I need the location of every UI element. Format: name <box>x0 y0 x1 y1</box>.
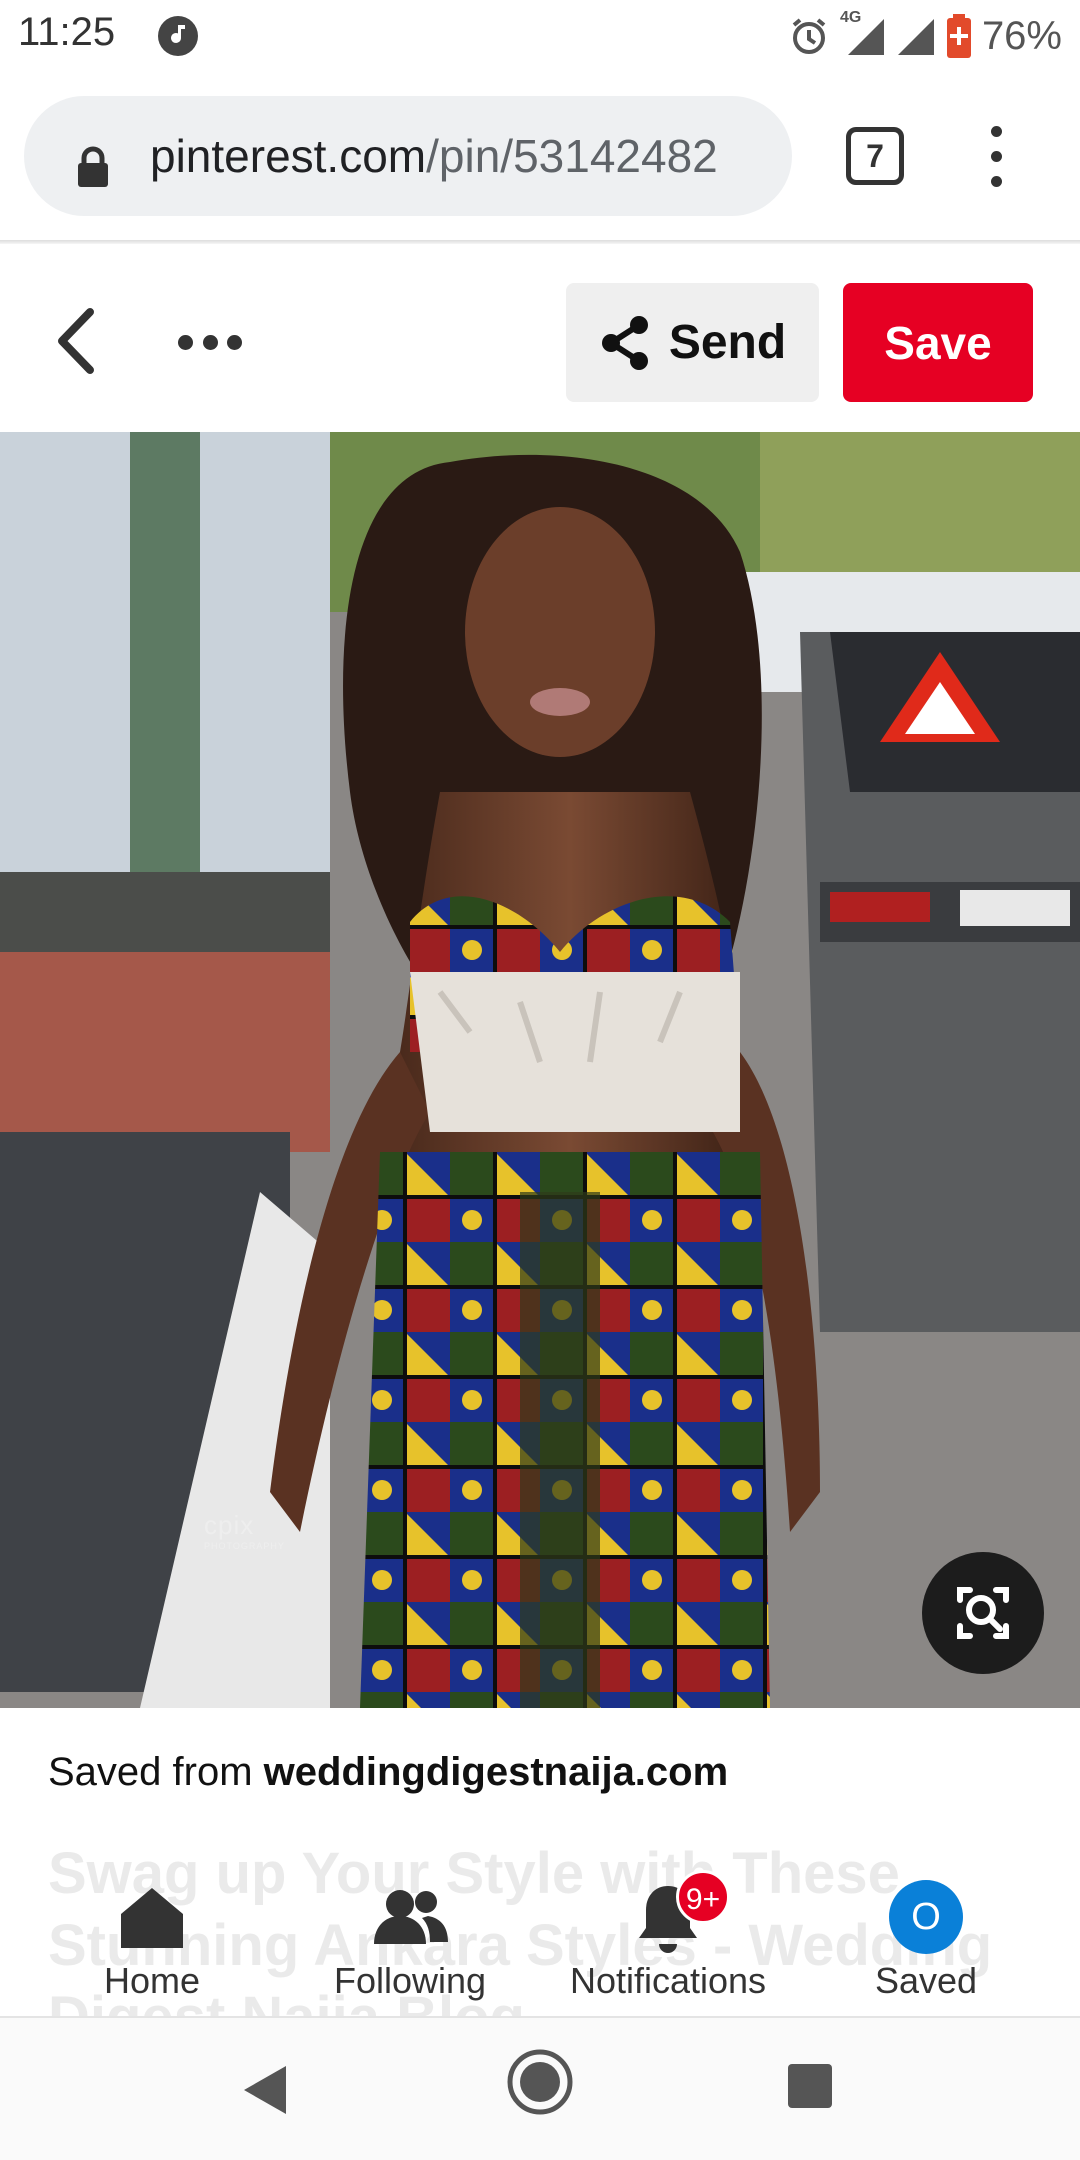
music-note-icon <box>158 16 198 56</box>
url-domain: pinterest.com <box>150 130 427 182</box>
battery-icon <box>946 14 971 58</box>
pin-photo <box>0 432 1080 1708</box>
photo-watermark: cpix PHOTOGRAPHY <box>204 1510 285 1551</box>
saved-from-prefix: Saved from <box>48 1750 253 1794</box>
nav-following-label: Following <box>333 1960 487 2001</box>
nav-saved-label: Saved <box>874 1960 978 2001</box>
following-icon <box>374 1890 448 1944</box>
nav-saved[interactable]: O Saved <box>806 1860 1046 2008</box>
nav-home-label: Home <box>103 1960 201 2001</box>
tab-switcher-button[interactable]: 7 <box>846 127 904 185</box>
save-button[interactable]: Save <box>843 283 1033 402</box>
alarm-icon <box>792 18 826 54</box>
signal-icon <box>897 19 934 55</box>
nav-home[interactable]: Home <box>32 1860 272 2008</box>
watermark-subtext: PHOTOGRAPHY <box>204 1541 285 1551</box>
notifications-badge: 9+ <box>676 1870 730 1924</box>
visual-search-button[interactable] <box>922 1552 1044 1674</box>
status-icons: 4G 76% <box>788 9 1062 62</box>
system-home-icon[interactable] <box>506 2048 574 2116</box>
back-arrow-icon[interactable] <box>52 306 102 376</box>
send-label: Send <box>668 316 787 369</box>
url-text[interactable]: pinterest.com/pin/53142482 <box>150 126 780 186</box>
saved-from-link[interactable]: weddingdigestnaija.com <box>264 1750 729 1794</box>
status-time: 11:25 <box>18 10 116 54</box>
bottom-nav: Home Following 9+ Notifications O Saved <box>0 1860 1080 2008</box>
profile-avatar: O <box>889 1880 963 1954</box>
send-button[interactable]: Send <box>566 283 819 402</box>
lock-icon <box>78 146 108 187</box>
nav-following[interactable]: Following <box>290 1860 530 2008</box>
url-path: /pin/53142482 <box>426 130 718 182</box>
share-icon <box>601 315 648 370</box>
battery-percentage: 76% <box>981 13 1062 58</box>
status-bar: 11:25 4G 76% <box>0 0 1080 72</box>
pin-image[interactable]: cpix PHOTOGRAPHY <box>0 432 1080 1708</box>
browser-divider <box>0 240 1080 244</box>
browser-menu-icon[interactable] <box>978 126 1014 192</box>
watermark-text: cpix <box>204 1510 255 1540</box>
more-options-icon[interactable] <box>178 328 242 356</box>
system-recents-icon[interactable] <box>786 2062 834 2110</box>
visual-search-icon <box>957 1587 1009 1639</box>
system-back-icon[interactable] <box>240 2062 290 2118</box>
signal-4g-icon: 4G <box>840 9 886 57</box>
nav-notifications[interactable]: 9+ Notifications <box>548 1860 788 2008</box>
address-bar[interactable]: pinterest.com/pin/53142482 <box>24 96 792 216</box>
android-nav-bar <box>0 2018 1080 2160</box>
nav-notifications-label: Notifications <box>569 1960 767 2001</box>
home-icon <box>121 1888 183 1948</box>
saved-from-text: Saved from weddingdigestnaija.com <box>48 1750 728 1795</box>
